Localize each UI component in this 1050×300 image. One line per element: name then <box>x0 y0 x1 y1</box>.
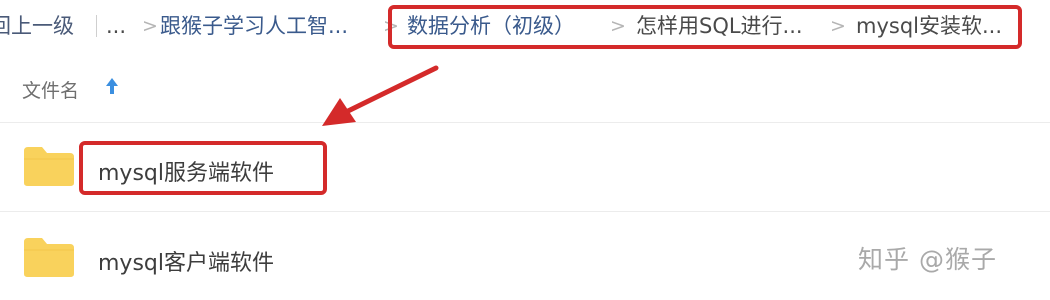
file-highlight-box <box>79 141 327 195</box>
file-name[interactable]: mysql客户端软件 <box>98 245 274 277</box>
breadcrumb-ellipsis[interactable]: ... <box>106 12 126 40</box>
go-up-link[interactable]: 回上一级 <box>0 12 74 40</box>
sort-ascending-icon[interactable] <box>104 74 120 98</box>
breadcrumb-divider <box>96 15 97 37</box>
folder-icon <box>24 147 74 186</box>
watermark: 知乎 @猴子 <box>858 245 997 274</box>
breadcrumb-item-ai-course[interactable]: 跟猴子学习人工智... <box>160 12 348 40</box>
column-header-filename[interactable]: 文件名 <box>22 76 79 103</box>
breadcrumb-highlight-box <box>388 5 1022 49</box>
annotation-arrow-icon <box>322 65 439 126</box>
folder-icon <box>24 238 74 277</box>
breadcrumb-separator: > <box>142 15 158 37</box>
